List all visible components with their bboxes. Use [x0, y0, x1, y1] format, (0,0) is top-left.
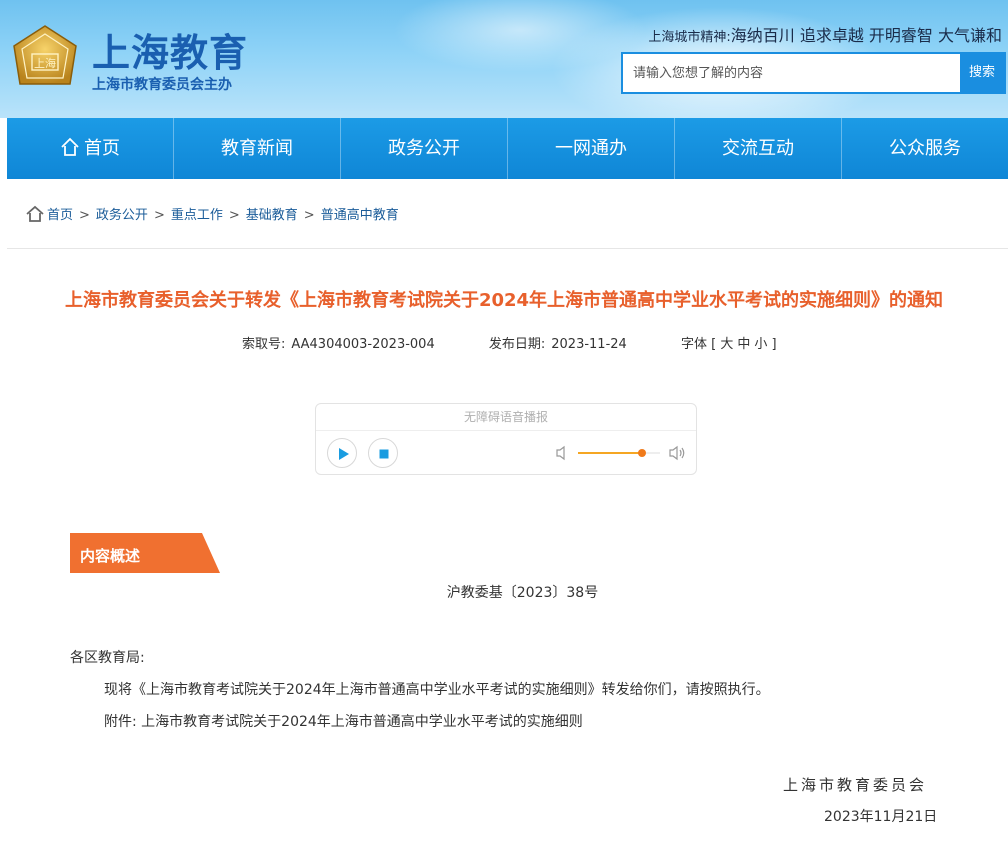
- breadcrumb: 首页 > 政务公开 > 重点工作 > 基础教育 > 普通高中教育: [25, 204, 399, 223]
- breadcrumb-separator: >: [228, 208, 240, 223]
- volume-low-icon[interactable]: [556, 445, 570, 461]
- article-meta: 索取号: AA4304003-2023-004 发布日期: 2023-11-24 字…: [242, 333, 777, 352]
- play-button[interactable]: [327, 438, 357, 468]
- city-spirit-label: 上海城市精神:: [648, 30, 731, 45]
- site-title[interactable]: 上海教育: [92, 22, 248, 77]
- document-number: 沪教委基〔2023〕38号: [446, 585, 599, 601]
- nav-item-public-service[interactable]: 公众服务: [842, 118, 1008, 179]
- signature-date: 2023年11月21日: [824, 809, 938, 825]
- font-size-label: 字体: [680, 337, 707, 352]
- site-subtitle: 上海市教育委员会主办: [92, 77, 232, 93]
- breadcrumb-separator: >: [79, 208, 90, 223]
- city-spirit-text: 海纳百川 追求卓越 开明睿智 大气谦和: [730, 26, 1002, 45]
- font-size-medium[interactable]: 中: [737, 337, 750, 352]
- volume-fill: [578, 452, 642, 454]
- nav-item-gov-affairs[interactable]: 政务公开: [341, 118, 508, 179]
- volume-high-icon[interactable]: [669, 445, 687, 461]
- search-input[interactable]: [623, 54, 983, 92]
- stop-icon: [379, 449, 389, 459]
- font-size-small[interactable]: 小: [754, 337, 767, 352]
- emblem-text: 上海: [34, 56, 56, 70]
- breadcrumb-basic-education[interactable]: 基础教育: [246, 208, 298, 223]
- breadcrumb-high-school[interactable]: 普通高中教育: [321, 208, 399, 223]
- home-icon: [26, 205, 44, 222]
- nav-item-news[interactable]: 教育新闻: [174, 118, 341, 179]
- breadcrumb-key-work[interactable]: 重点工作: [171, 208, 223, 223]
- breadcrumb-gov-affairs[interactable]: 政务公开: [96, 208, 148, 223]
- attachment-line[interactable]: 附件: 上海市教育考试院关于2024年上海市普通高中学业水平考试的实施细则: [104, 711, 583, 731]
- search-button[interactable]: 搜索: [960, 54, 1004, 92]
- audio-player: 无障碍语音播报: [315, 403, 697, 475]
- play-icon: [339, 448, 349, 460]
- font-size-large[interactable]: 大: [720, 337, 733, 352]
- nav-item-home[interactable]: 首页: [7, 118, 174, 179]
- nav-item-online-service[interactable]: 一网通办: [508, 118, 675, 179]
- player-title: 无障碍语音播报: [316, 404, 696, 431]
- index-value: AA4304003-2023-004: [291, 337, 435, 352]
- breadcrumb-separator: >: [153, 208, 165, 223]
- divider: [7, 248, 1008, 249]
- publish-date: 发布日期: 2023-11-24: [489, 337, 627, 352]
- emblem-icon: 上海: [13, 25, 77, 85]
- summary-tag: 内容概述: [80, 547, 141, 565]
- article-title: 上海市教育委员会关于转发《上海市教育考试院关于2024年上海市普通高中学业水平考…: [64, 290, 944, 311]
- site-header: 上海 上海教育 上海市教育委员会主办 上海城市精神:海纳百川 追求卓越 开明睿智…: [0, 0, 1008, 118]
- nav-item-interaction[interactable]: 交流互动: [675, 118, 842, 179]
- date-value: 2023-11-24: [551, 337, 627, 352]
- search-box: 搜索: [621, 52, 1006, 94]
- breadcrumb-home[interactable]: 首页: [47, 208, 73, 223]
- volume-slider[interactable]: [578, 449, 660, 457]
- breadcrumb-separator: >: [303, 208, 315, 223]
- volume-handle[interactable]: [637, 449, 646, 457]
- nav-item-label: 首页: [84, 138, 120, 159]
- stop-button[interactable]: [368, 438, 398, 468]
- home-icon: [61, 137, 79, 156]
- index-number: 索取号: AA4304003-2023-004: [242, 337, 435, 352]
- greeting: 各区教育局:: [70, 650, 145, 666]
- index-label: 索取号:: [242, 337, 286, 352]
- city-spirit: 上海城市精神:海纳百川 追求卓越 开明睿智 大气谦和: [648, 22, 1002, 46]
- signature: 上海市教育委员会: [783, 776, 928, 794]
- date-label: 发布日期:: [488, 337, 546, 352]
- body-paragraph: 现将《上海市教育考试院关于2024年上海市普通高中学业水平考试的实施细则》转发给…: [104, 682, 770, 698]
- font-size-control: 字体 [ 大中小 ]: [680, 337, 777, 352]
- main-nav: 首页 教育新闻 政务公开 一网通办 交流互动 公众服务: [7, 118, 1008, 179]
